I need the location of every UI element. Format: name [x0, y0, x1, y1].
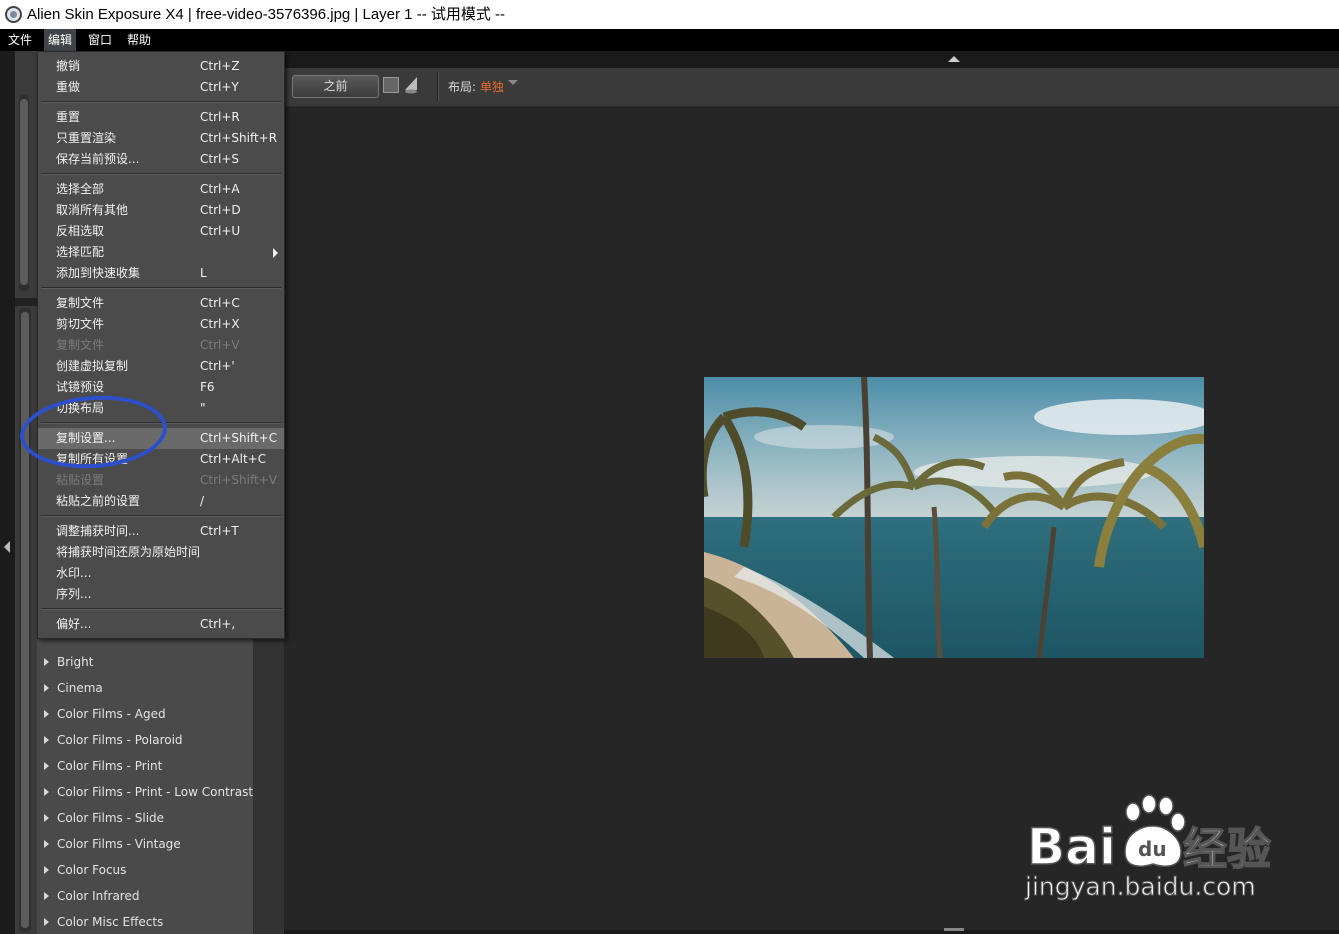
menu-item-cut-file[interactable]: 剪切文件 Ctrl+X — [38, 314, 284, 335]
menu-item-preferences[interactable]: 偏好... Ctrl+, — [38, 614, 284, 635]
scrollbar[interactable] — [19, 95, 29, 291]
menu-bar: 文件 编辑 窗口 帮助 — [0, 29, 1339, 51]
menu-item-audition-preset[interactable]: 试镜预设 F6 — [38, 377, 284, 398]
menu-item-watermark[interactable]: 水印... — [38, 563, 284, 584]
watermark-url: jingyan.baidu.com — [1025, 872, 1257, 902]
expand-arrow-icon[interactable] — [44, 762, 49, 770]
menu-separator — [41, 101, 281, 103]
preset-category[interactable]: Color Films - Vintage — [37, 831, 253, 857]
expand-arrow-icon[interactable] — [44, 710, 49, 718]
expand-arrow-icon[interactable] — [44, 892, 49, 900]
preset-category[interactable]: Bright — [37, 649, 253, 675]
menu-item-deselect-others[interactable]: 取消所有其他 Ctrl+D — [38, 200, 284, 221]
expand-arrow-icon[interactable] — [44, 866, 49, 874]
preset-category[interactable]: Cinema — [37, 675, 253, 701]
chevron-down-icon[interactable] — [508, 80, 518, 85]
menu-item-paste-file[interactable]: 复制文件 Ctrl+V — [38, 335, 284, 356]
expand-arrow-icon[interactable] — [44, 918, 49, 926]
menu-item-select-matching[interactable]: 选择匹配 — [38, 242, 284, 263]
menu-item-virtual-copy[interactable]: 创建虚拟复制 Ctrl+' — [38, 356, 284, 377]
preset-category[interactable]: Color Films - Polaroid — [37, 727, 253, 753]
view-toolbar: 之前 布局: 单独 — [284, 68, 1339, 107]
preset-category[interactable]: Color Misc Effects — [37, 909, 253, 934]
scrollbar[interactable] — [19, 308, 31, 932]
preset-category[interactable]: Color Films - Print - Low Contrast — [37, 779, 253, 805]
app-logo-icon — [5, 6, 22, 23]
menu-item-save-preset[interactable]: 保存当前预设... Ctrl+S — [38, 149, 284, 170]
collapse-bottom-icon[interactable] — [944, 928, 964, 931]
baidu-jingyan-watermark: Bai 经验 du jingyan.baidu.com — [1025, 790, 1295, 910]
preset-list: Bright Cinema Color Films - Aged Color F… — [37, 622, 253, 934]
baidu-logo-icon: Bai 经验 du — [1026, 794, 1272, 877]
preset-category[interactable]: Color Focus — [37, 857, 253, 883]
svg-text:经验: 经验 — [1183, 824, 1271, 874]
window-title: Alien Skin Exposure X4 | free-video-3576… — [27, 6, 506, 23]
submenu-arrow-icon — [273, 248, 278, 258]
menu-separator — [41, 608, 281, 610]
menu-item-select-all[interactable]: 选择全部 Ctrl+A — [38, 179, 284, 200]
menu-item-paste-settings[interactable]: 粘贴设置 Ctrl+Shift+V — [38, 470, 284, 491]
layout-dropdown[interactable]: 单独 — [480, 78, 504, 95]
expand-arrow-icon[interactable] — [44, 840, 49, 848]
preset-category[interactable]: Color Films - Aged — [37, 701, 253, 727]
collapse-top-icon[interactable] — [948, 56, 960, 62]
menu-item-invert-selection[interactable]: 反相选取 Ctrl+U — [38, 221, 284, 242]
menu-window[interactable]: 窗口 — [84, 29, 116, 51]
layout-label: 布局: — [448, 80, 477, 94]
menu-item-paste-previous-settings[interactable]: 粘贴之前的设置 / — [38, 491, 284, 512]
preset-category[interactable]: Color Films - Print — [37, 753, 253, 779]
before-button[interactable]: 之前 — [292, 75, 379, 98]
menu-separator — [41, 173, 281, 175]
menu-item-reset[interactable]: 重置 Ctrl+R — [38, 107, 284, 128]
preview-image — [704, 377, 1204, 658]
beach-palm-photo — [704, 377, 1204, 658]
toolbar-divider — [437, 72, 439, 102]
edit-menu-dropdown: 撤销 Ctrl+Z 重做 Ctrl+Y 重置 Ctrl+R 只重置渲染 Ctrl… — [37, 51, 285, 639]
menu-item-redo[interactable]: 重做 Ctrl+Y — [38, 77, 284, 98]
title-bar: Alien Skin Exposure X4 | free-video-3576… — [0, 0, 1339, 29]
expand-arrow-icon[interactable] — [44, 814, 49, 822]
menu-help[interactable]: 帮助 — [123, 29, 155, 51]
preset-category[interactable]: Color Films - Slide — [37, 805, 253, 831]
scrollbar-thumb[interactable] — [21, 312, 29, 928]
collapse-left-icon[interactable] — [4, 541, 10, 553]
split-view-icon[interactable] — [383, 77, 399, 93]
menu-item-add-to-quick-collection[interactable]: 添加到快速收集 L — [38, 263, 284, 284]
expand-arrow-icon[interactable] — [44, 684, 49, 692]
preset-category[interactable]: Color Infrared — [37, 883, 253, 909]
menu-item-copy-file[interactable]: 复制文件 Ctrl+C — [38, 293, 284, 314]
expand-arrow-icon[interactable] — [44, 736, 49, 744]
expand-arrow-icon[interactable] — [44, 788, 49, 796]
scrollbar-thumb[interactable] — [20, 99, 28, 285]
diagonal-split-icon[interactable] — [404, 76, 418, 94]
menu-item-undo[interactable]: 撤销 Ctrl+Z — [38, 56, 284, 77]
left-panel-collapse-strip[interactable] — [0, 51, 15, 934]
menu-file[interactable]: 文件 — [4, 29, 36, 51]
menu-separator — [41, 515, 281, 517]
expand-arrow-icon[interactable] — [44, 658, 49, 666]
menu-separator — [41, 287, 281, 289]
menu-item-revert-capture-time[interactable]: 将捕获时间还原为原始时间 — [38, 542, 284, 563]
menu-item-sequence[interactable]: 序列... — [38, 584, 284, 605]
svg-text:du: du — [1138, 837, 1167, 861]
menu-edit[interactable]: 编辑 — [44, 29, 77, 51]
svg-text:Bai: Bai — [1027, 818, 1116, 874]
menu-item-adjust-capture-time[interactable]: 调整捕获时间... Ctrl+T — [38, 521, 284, 542]
menu-item-reset-render[interactable]: 只重置渲染 Ctrl+Shift+R — [38, 128, 284, 149]
